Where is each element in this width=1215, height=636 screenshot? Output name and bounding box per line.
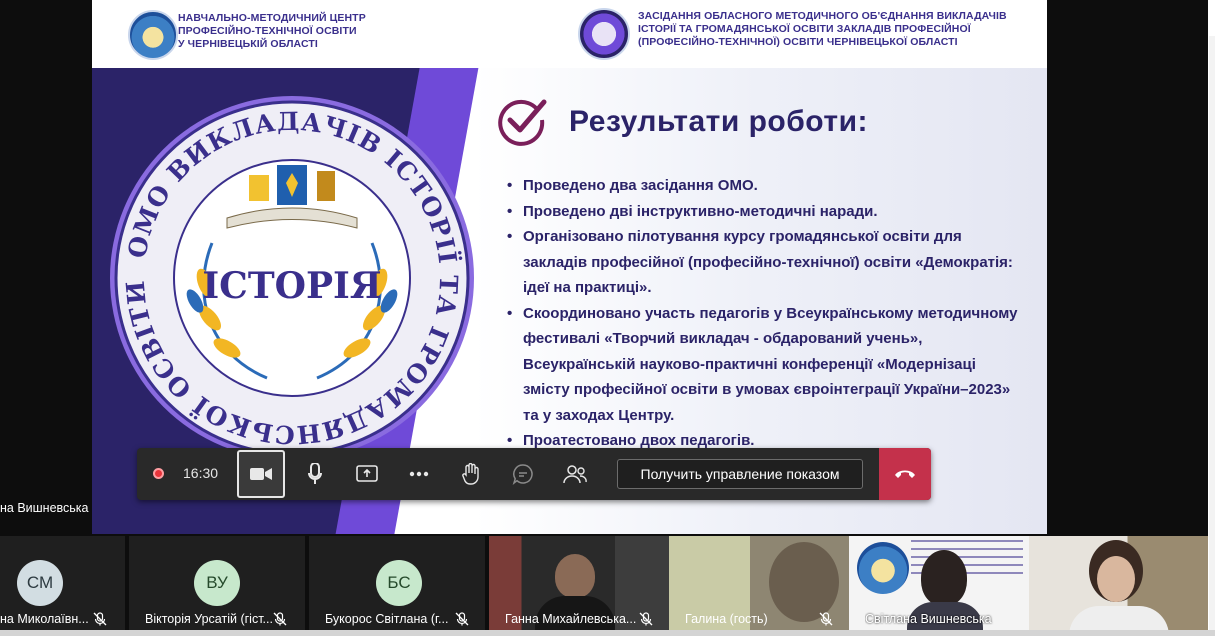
header-left-line1: НАВЧАЛЬНО-МЕТОДИЧНИЙ ЦЕНТР	[178, 12, 366, 24]
header-right-line1: ЗАСІДАННЯ ОБЛАСНОГО МЕТОДИЧНОГО ОБ'ЄДНАН…	[638, 10, 1007, 22]
participant-tile[interactable]: БС Букорос Світлана (г...	[309, 536, 485, 632]
header-left-line2: ПРОФЕСІЙНО-ТЕХНІЧНОЇ ОСВІТИ	[178, 25, 357, 37]
mic-off-icon	[93, 612, 107, 626]
participant-video-face	[1097, 556, 1135, 602]
more-icon	[409, 471, 429, 477]
center-logo-icon	[128, 10, 178, 60]
participant-video	[555, 554, 595, 598]
avatar: ВУ	[194, 560, 240, 606]
participant-video-tile[interactable]: Ганна Михайлевська...	[489, 536, 669, 632]
participant-tile[interactable]: ВУ Вікторія Урсатій (гіст...	[129, 536, 305, 632]
participant-tile[interactable]: СМ на Миколаївн...	[0, 536, 125, 632]
slide-header: НАВЧАЛЬНО-МЕТОДИЧНИЙ ЦЕНТР ПРОФЕСІЙНО-ТЕ…	[92, 0, 1047, 69]
microphone-icon	[308, 463, 322, 484]
mic-off-icon	[639, 612, 653, 626]
share-screen-button[interactable]	[345, 448, 389, 500]
record-icon[interactable]	[153, 468, 164, 479]
hang-up-button[interactable]	[879, 448, 931, 500]
avatar: БС	[376, 560, 422, 606]
emblem-center-text: ІСТОРІЯ	[202, 265, 381, 307]
results-list-item: Проведено дві інструктивно-методичні нар…	[505, 199, 1025, 225]
results-list-item: Скоординовано участь педагогів у Всеукра…	[505, 301, 1025, 429]
omo-emblem-icon: ОМО ВИКЛАДАЧІВ ІСТОРІЇ ТА ГРОМАДЯНСЬКОЇ …	[107, 93, 474, 460]
camera-toggle-button[interactable]	[237, 450, 285, 498]
participant-video	[769, 542, 839, 622]
microphone-button[interactable]	[293, 448, 337, 500]
participant-video-tile[interactable]: Галина (гость)	[669, 536, 849, 632]
raise-hand-icon	[462, 463, 479, 485]
mic-off-icon	[455, 612, 469, 626]
chat-button[interactable]	[501, 448, 545, 500]
association-logo-icon	[578, 8, 630, 60]
participant-video-tile[interactable]: Світлана Вишневська	[849, 536, 1029, 632]
participants-button[interactable]	[553, 448, 597, 500]
meeting-control-bar: 16:30 Получить управление показом	[137, 448, 931, 500]
participant-gallery: СМ на Миколаївн... ВУ Вікторія Урсатій (…	[0, 536, 1215, 636]
header-right-line3: (ПРОФЕСІЙНО-ТЕХНІЧНОЇ) ОСВІТИ ЧЕРНІВЕЦЬК…	[638, 36, 958, 48]
presenter-name-label: на Вишневська	[0, 501, 89, 515]
hang-up-icon	[895, 470, 915, 478]
participant-video-body	[1069, 606, 1169, 632]
header-left-text: НАВЧАЛЬНО-МЕТОДИЧНИЙ ЦЕНТР ПРОФЕСІЙНО-ТЕ…	[178, 12, 366, 51]
participant-name: Світлана Вишневська	[865, 612, 992, 626]
gallery-bottom-edge	[0, 630, 1215, 636]
participants-icon	[563, 465, 587, 484]
center-logo-icon	[857, 542, 909, 594]
more-actions-button[interactable]	[397, 448, 441, 500]
checkmark-circle-icon	[498, 99, 547, 146]
header-right-line2: ІСТОРІЇ ТА ГРОМАДЯНСЬКОЇ ОСВІТИ ЗАКЛАДІВ…	[638, 23, 971, 35]
share-screen-icon	[356, 465, 378, 482]
header-left-line3: У ЧЕРНІВЕЦЬКІЙ ОБЛАСТІ	[178, 38, 318, 50]
results-list-item: Організовано пілотування курсу громадянс…	[505, 224, 1025, 301]
video-camera-icon	[250, 468, 272, 480]
header-right-text: ЗАСІДАННЯ ОБЛАСНОГО МЕТОДИЧНОГО ОБ'ЄДНАН…	[638, 10, 1007, 49]
take-control-button[interactable]: Получить управление показом	[617, 459, 863, 489]
results-list-item: Проведено два засідання ОМО.	[505, 173, 1025, 199]
participant-video	[921, 550, 967, 606]
mic-off-icon	[273, 612, 287, 626]
mic-off-icon	[819, 612, 833, 626]
meeting-timer: 16:30	[183, 465, 219, 481]
avatar: СМ	[17, 560, 63, 606]
slide-title: Результати роботи:	[569, 105, 868, 138]
raise-hand-button[interactable]	[449, 448, 493, 500]
chat-icon	[512, 464, 533, 485]
participant-video-tile[interactable]	[1029, 536, 1208, 632]
